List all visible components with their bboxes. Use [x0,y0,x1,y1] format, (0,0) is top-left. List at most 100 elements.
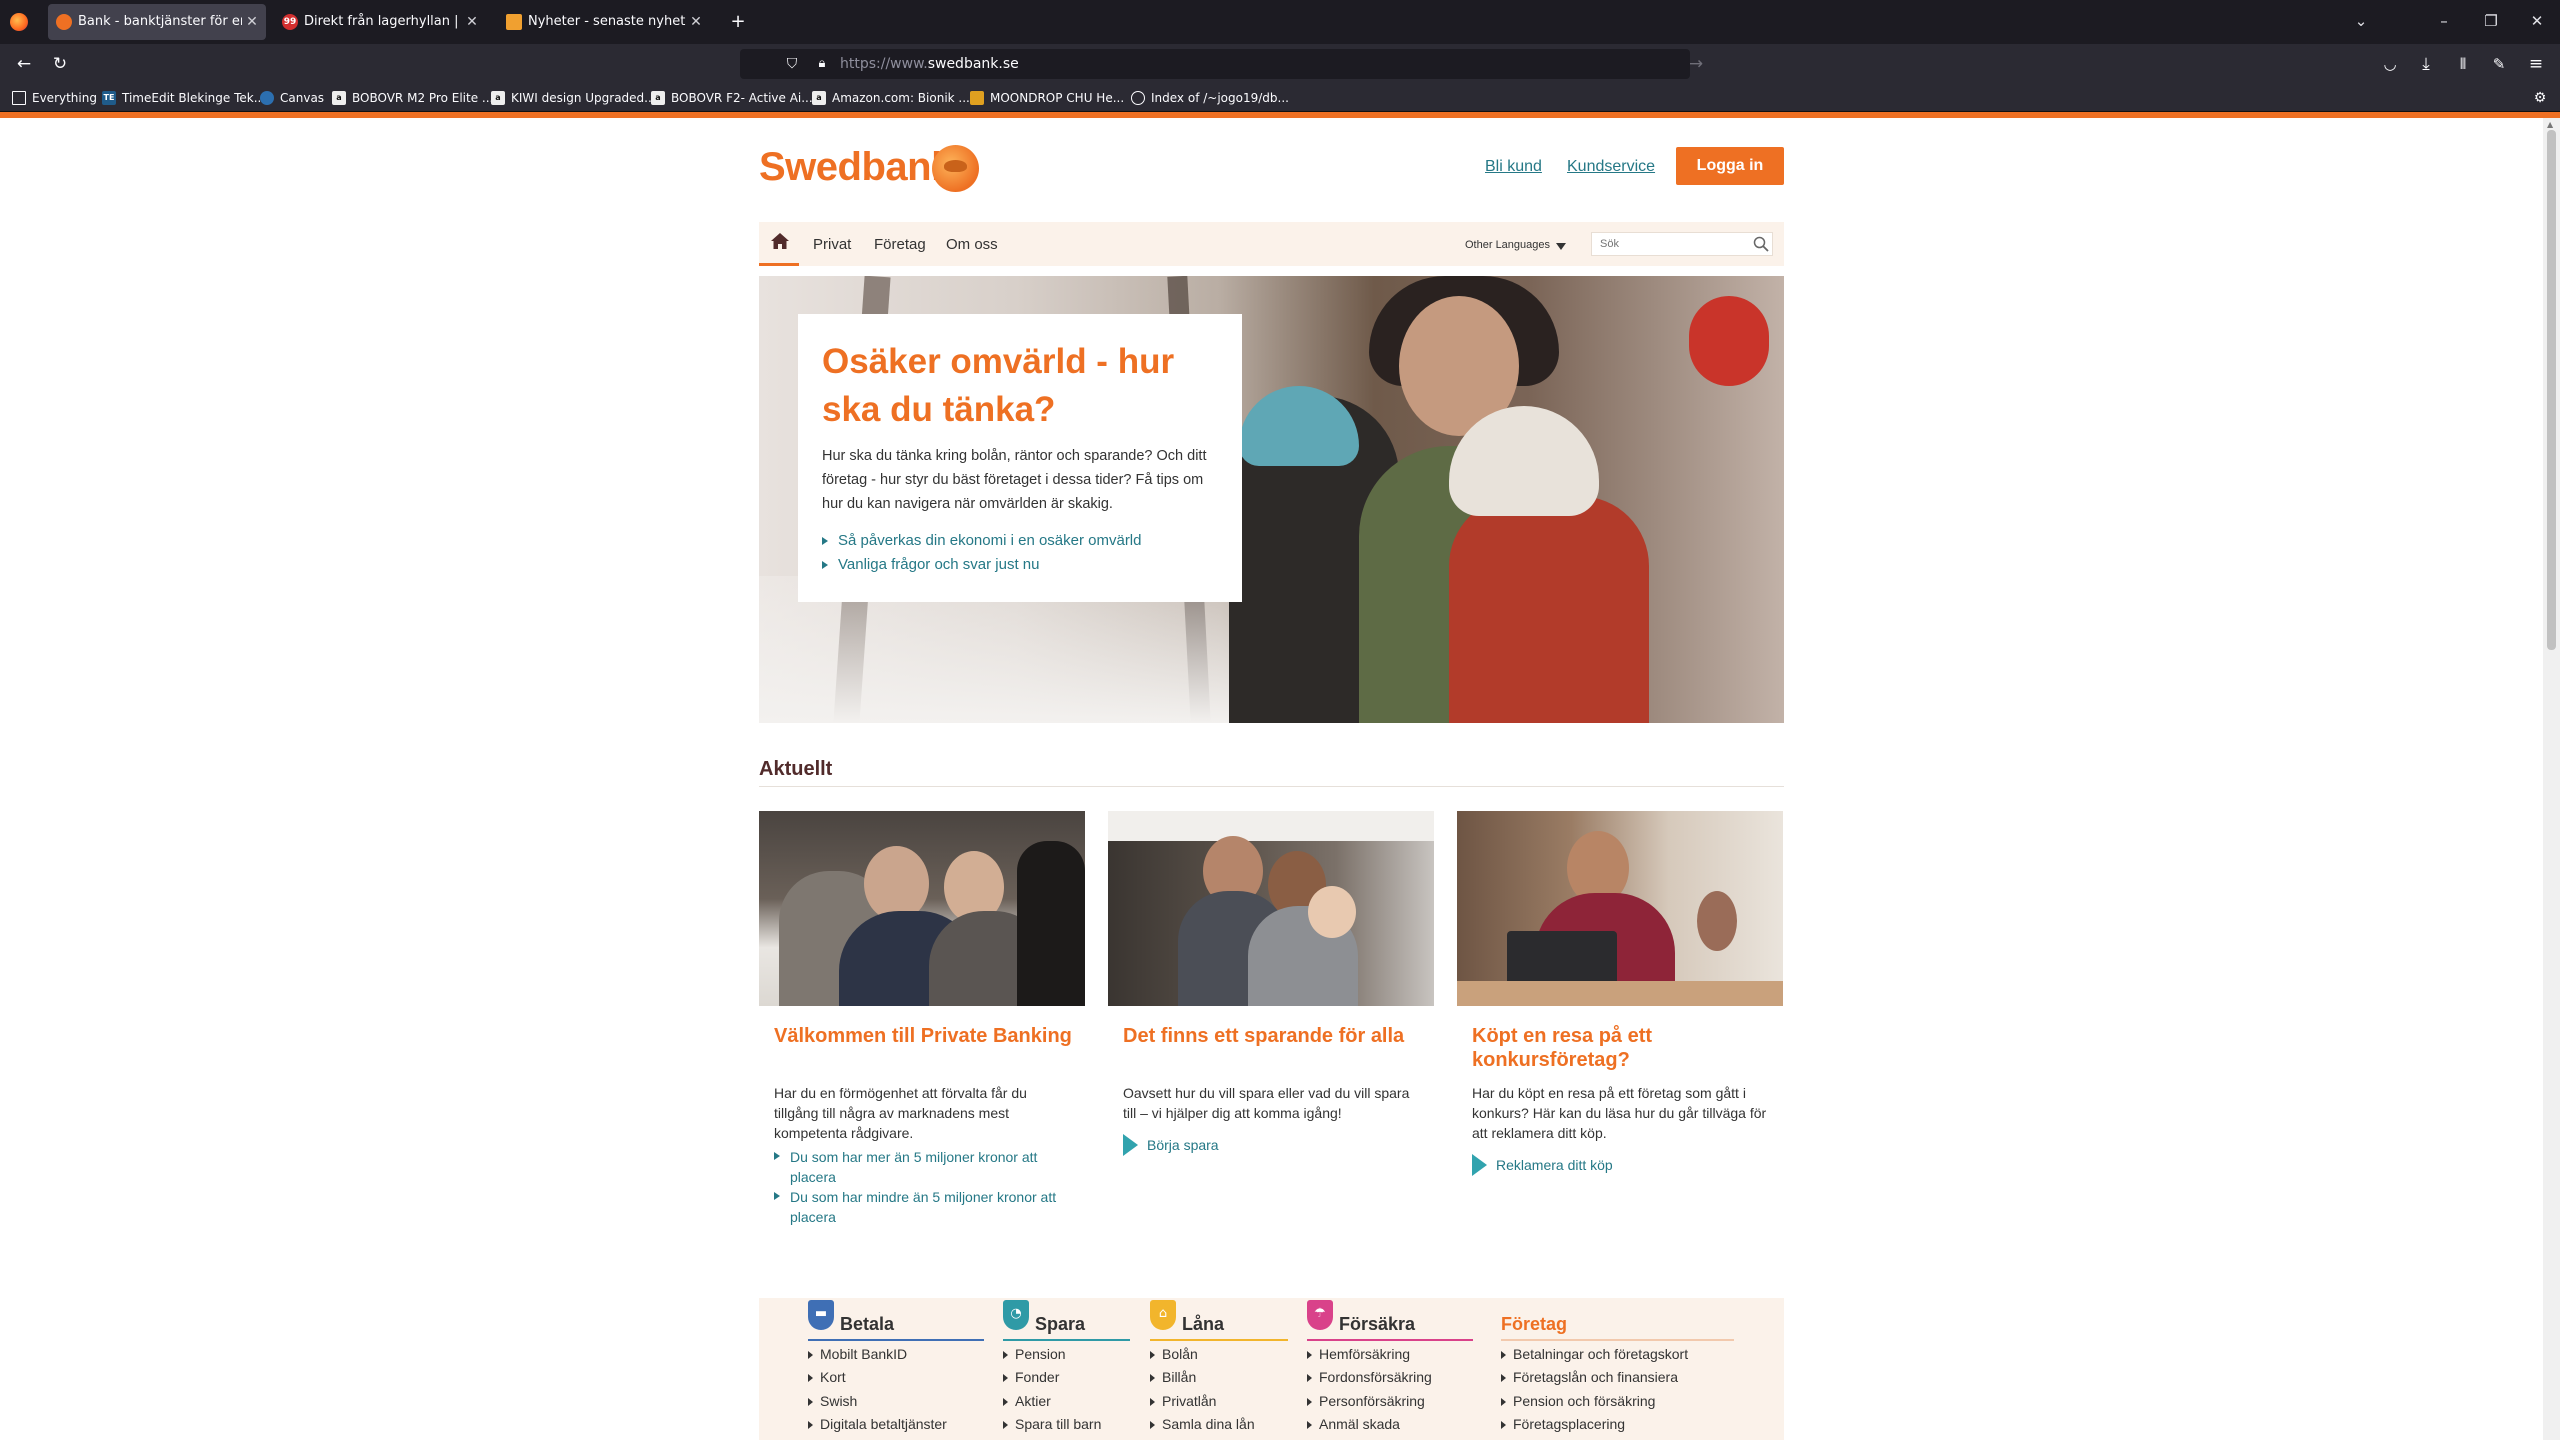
quick-link-item[interactable]: Fordonsförsäkring [1307,1369,1432,1385]
close-icon[interactable]: ✕ [688,4,704,40]
card-text: Har du en förmögenhet att förvalta får d… [774,1085,1027,1141]
card-title[interactable]: Välkommen till Private Banking [774,1024,1074,1048]
quick-link-item[interactable]: Privatlån [1150,1393,1216,1409]
card-cta-label: Börja spara [1147,1137,1219,1153]
card-image[interactable] [759,811,1085,1006]
card-image[interactable] [1457,811,1783,1006]
tab-nyheter[interactable]: Nyheter - senaste nyheterna i Sverige ✕ [498,4,710,40]
quick-links-title[interactable]: Låna [1182,1314,1224,1335]
main-navigation: Privat Företag Om oss Other Languages [759,222,1784,266]
quick-link-item[interactable]: Digitala betaltjänster [808,1416,947,1432]
minimize-icon[interactable]: – [2434,12,2454,30]
bli-kund-link[interactable]: Bli kund [1485,158,1542,176]
bullet-arrow-icon [822,561,828,569]
bookmark-moondrop[interactable]: MOONDROP CHU He... [970,89,1124,107]
kundservice-link[interactable]: Kundservice [1567,158,1655,176]
tab-netonnet[interactable]: 99 Direkt från lagerhyllan | NetOnNet ✕ [274,4,486,40]
hero-link[interactable]: Vanliga frågor och svar just nu [822,556,1040,573]
quick-link-item[interactable]: Samla dina lån [1150,1416,1255,1432]
downloads-icon[interactable]: ⤓ [2414,52,2438,76]
tab-title: Direkt från lagerhyllan | NetOnNet [304,14,462,29]
search-input[interactable] [1591,232,1773,256]
bookmark-index[interactable]: Index of /~jogo19/db... [1131,89,1289,107]
new-tab-button[interactable]: + [728,12,748,32]
quick-link-item[interactable]: Fonder [1003,1369,1059,1385]
bookmark-everything[interactable]: Everything [12,89,97,107]
play-arrow-icon [1123,1134,1138,1156]
swedbank-logo[interactable]: Swedbank [759,145,953,190]
quick-links-title[interactable]: Betala [840,1314,894,1335]
library-icon[interactable]: ⫴ [2451,52,2475,76]
tab-swedbank[interactable]: Bank - banktjänster för en hållbar ✕ [48,4,266,40]
language-selector[interactable]: Other Languages [1465,239,1550,251]
settings-gear-icon[interactable]: ⚙ [2528,86,2552,110]
bookmark-kiwi[interactable]: a KIWI design Upgraded... [491,89,656,107]
card-link-label: Du som har mindre än 5 miljoner kronor a… [790,1189,1057,1225]
bookmark-label: BOBOVR F2- Active Ai... [671,91,813,105]
quick-link-item[interactable]: Pension och försäkring [1501,1393,1655,1409]
card-icon: ▬ [808,1300,834,1330]
bookmark-label: Index of /~jogo19/db... [1151,91,1289,105]
login-button[interactable]: Logga in [1676,147,1784,185]
nav-foretag[interactable]: Företag [874,236,926,253]
quick-link-item[interactable]: Bolån [1150,1346,1198,1362]
lock-icon[interactable]: 🔒︎ [810,52,834,76]
bookmark-canvas[interactable]: Canvas [260,89,324,107]
firefox-icon[interactable] [10,13,28,31]
window-close-icon[interactable]: ✕ [2527,12,2547,30]
card-link[interactable]: Du som har mindre än 5 miljoner kronor a… [774,1187,1064,1227]
hero-link[interactable]: Så påverkas din ekonomi i en osäker omvä… [822,532,1142,549]
reload-icon[interactable]: ↻ [48,52,72,76]
quick-links-title[interactable]: Spara [1035,1314,1085,1335]
bookmark-bobovr-m2[interactable]: a BOBOVR M2 Pro Elite ... [332,89,493,107]
quick-link-item[interactable]: Pension [1003,1346,1066,1362]
scroll-up-icon[interactable]: ▲ [2547,120,2553,129]
quick-links-title[interactable]: Försäkra [1339,1314,1415,1335]
search-icon[interactable] [1753,236,1769,252]
list-all-tabs-icon[interactable]: ⌄ [2351,12,2371,30]
quick-link-item[interactable]: Swish [808,1393,857,1409]
back-icon[interactable]: ← [12,52,36,76]
card-link[interactable]: Du som har mer än 5 miljoner kronor att … [774,1147,1064,1187]
nav-om-oss[interactable]: Om oss [946,236,998,253]
quick-link-item[interactable]: Spara till barn [1003,1416,1101,1432]
url-domain: swedbank.se [927,56,1019,72]
quick-link-item[interactable]: Företagslån och finansiera [1501,1369,1678,1385]
quick-link-item[interactable]: Hemförsäkring [1307,1346,1410,1362]
home-tab[interactable] [759,222,799,266]
card-cta-link[interactable]: Börja spara [1123,1134,1219,1156]
quick-links-title[interactable]: Företag [1501,1314,1567,1335]
quick-link-item[interactable]: Anmäl skada [1307,1416,1400,1432]
umbrella-icon: ☂ [1307,1300,1333,1330]
pocket-icon[interactable]: ◡ [2378,52,2402,76]
tab-title: Nyheter - senaste nyheterna i Sverige [528,14,686,29]
shield-icon[interactable]: ⛉ [780,52,804,76]
url-text[interactable]: https://www.swedbank.se [840,55,1019,73]
card-image-person [1017,841,1085,1006]
menu-icon[interactable]: ≡ [2524,52,2548,76]
nav-privat[interactable]: Privat [813,236,851,253]
card-cta-link[interactable]: Reklamera ditt köp [1472,1154,1613,1176]
card-image[interactable] [1108,811,1434,1006]
page-scrollbar[interactable]: ▲ [2543,118,2560,1440]
quick-link-item[interactable]: Företagsplacering [1501,1416,1625,1432]
card-title[interactable]: Köpt en resa på ett konkursföretag? [1472,1024,1772,1072]
bookmark-bobovr-f2[interactable]: a BOBOVR F2- Active Ai... [651,89,813,107]
quick-link-item[interactable]: Aktier [1003,1393,1051,1409]
bookmark-amazon-bionik[interactable]: a Amazon.com: Bionik ... [812,89,970,107]
hero-card: Osäker omvärld - hur ska du tänka? Hur s… [798,314,1242,602]
quick-link-item[interactable]: Betalningar och företagskort [1501,1346,1688,1362]
quick-link-item[interactable]: Kort [808,1369,846,1385]
restore-icon[interactable]: ❐ [2481,12,2501,30]
close-icon[interactable]: ✕ [464,4,480,40]
card-title[interactable]: Det finns ett sparande för alla [1123,1024,1423,1048]
close-icon[interactable]: ✕ [244,4,260,40]
quick-link-item[interactable]: Personförsäkring [1307,1393,1425,1409]
scrollbar-thumb[interactable] [2547,130,2556,650]
bookmark-timeedit[interactable]: TE TimeEdit Blekinge Tek... [102,89,265,107]
caret-down-icon[interactable] [1556,243,1566,250]
quick-link-item[interactable]: Billån [1150,1369,1196,1385]
extension-icon[interactable]: ✎ [2487,52,2511,76]
oak-logo-icon[interactable] [932,145,979,192]
quick-link-item[interactable]: Mobilt BankID [808,1346,907,1362]
